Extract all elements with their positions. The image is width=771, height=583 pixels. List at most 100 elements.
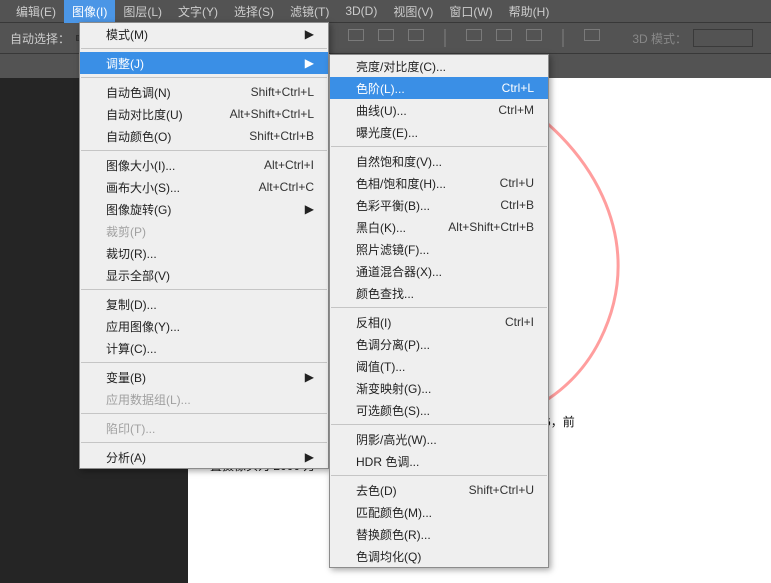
menu-item-label: 裁切(R)... (106, 245, 314, 262)
menu-2[interactable]: 图层(L) (115, 0, 170, 23)
menu-item-label: 曝光度(E)... (356, 124, 534, 141)
auto-select-label: 自动选择： (10, 30, 70, 47)
mode-3d-label: 3D 模式： (632, 30, 687, 47)
menu-item[interactable]: 颜色查找... (330, 282, 548, 304)
menu-item[interactable]: 曝光度(E)... (330, 121, 548, 143)
menu-1[interactable]: 图像(I) (64, 0, 115, 23)
menu-item[interactable]: 图像大小(I)...Alt+Ctrl+I (80, 154, 328, 176)
menu-item[interactable]: 调整(J) ▶ (80, 52, 328, 74)
submenu-arrow-icon: ▶ (305, 56, 314, 70)
adjustments-submenu[interactable]: 亮度/对比度(C)... 色阶(L)...Ctrl+L曲线(U)...Ctrl+M… (329, 54, 549, 568)
menu-item-label: 替换颜色(R)... (356, 526, 534, 543)
distribute-h-icon[interactable] (466, 29, 482, 41)
menu-separator (81, 77, 327, 78)
menu-item[interactable]: 自然饱和度(V)... (330, 150, 548, 172)
menu-item-label: 裁剪(P) (106, 223, 314, 240)
menu-item[interactable]: HDR 色调... (330, 450, 548, 472)
menu-separator (331, 307, 547, 308)
menu-item: 应用数据组(L)... (80, 388, 328, 410)
menu-item[interactable]: 去色(D)Shift+Ctrl+U (330, 479, 548, 501)
align-bottom-icon[interactable] (408, 29, 424, 41)
menu-item-shortcut: Ctrl+U (500, 176, 534, 190)
menu-separator (81, 413, 327, 414)
menu-item-label: 阈值(T)... (356, 358, 534, 375)
menu-item[interactable]: 模式(M)▶ (80, 23, 328, 45)
menu-item-shortcut: Alt+Ctrl+C (259, 180, 314, 194)
menu-item[interactable]: 黑白(K)... Alt+Shift+Ctrl+B (330, 216, 548, 238)
menu-separator (81, 289, 327, 290)
menu-item-label: 陷印(T)... (106, 420, 314, 437)
menu-item-label: 自动颜色(O) (106, 128, 209, 145)
menu-separator (81, 442, 327, 443)
distribute-icon[interactable] (526, 29, 542, 41)
menu-item[interactable]: 照片滤镜(F)... (330, 238, 548, 260)
menu-5[interactable]: 滤镜(T) (282, 0, 337, 23)
menu-item[interactable]: 自动对比度(U)Alt+Shift+Ctrl+L (80, 103, 328, 125)
menu-item[interactable]: 画布大小(S)... Alt+Ctrl+C (80, 176, 328, 198)
menu-item[interactable]: 显示全部(V) (80, 264, 328, 286)
menu-item-label: 画布大小(S)... (106, 179, 219, 196)
distribute-v-icon[interactable] (496, 29, 512, 41)
menu-6[interactable]: 3D(D) (337, 1, 385, 21)
menu-9[interactable]: 帮助(H) (501, 0, 558, 23)
menu-item[interactable]: 色调均化(Q) (330, 545, 548, 567)
menu-separator (331, 146, 547, 147)
menu-item[interactable]: 亮度/对比度(C)... (330, 55, 548, 77)
menu-item[interactable]: 替换颜色(R)... (330, 523, 548, 545)
menu-item[interactable]: 色阶(L)...Ctrl+L (330, 77, 548, 99)
menu-item-shortcut: Shift+Ctrl+B (249, 129, 314, 143)
menu-item[interactable]: 分析(A)▶ (80, 446, 328, 468)
menu-separator (331, 424, 547, 425)
align-top-icon[interactable] (348, 29, 364, 41)
menu-separator (331, 475, 547, 476)
menu-item[interactable]: 通道混合器(X)... (330, 260, 548, 282)
menu-item-label: 显示全部(V) (106, 267, 314, 284)
menu-item[interactable]: 裁切(R)... (80, 242, 328, 264)
menu-item-shortcut: Shift+Ctrl+L (251, 85, 314, 99)
menu-item-shortcut: Ctrl+I (505, 315, 534, 329)
menu-item[interactable]: 匹配颜色(M)... (330, 501, 548, 523)
menu-item[interactable]: 阈值(T)... (330, 355, 548, 377)
menu-item[interactable]: 复制(D)... (80, 293, 328, 315)
menu-item[interactable]: 色彩平衡(B)...Ctrl+B (330, 194, 548, 216)
separator (444, 29, 446, 47)
menu-item-label: 匹配颜色(M)... (356, 504, 534, 521)
menu-item[interactable]: 阴影/高光(W)... (330, 428, 548, 450)
menu-7[interactable]: 视图(V) (385, 0, 441, 23)
menu-item-label: 色阶(L)... (356, 80, 462, 97)
menu-0[interactable]: 编辑(E) (8, 0, 64, 23)
menu-item[interactable]: 反相(I)Ctrl+I (330, 311, 548, 333)
menu-item-shortcut: Shift+Ctrl+U (469, 483, 534, 497)
menu-item[interactable]: 自动色调(N)Shift+Ctrl+L (80, 81, 328, 103)
mode-3d-dropdown[interactable] (693, 29, 753, 47)
menu-item: 裁剪(P) (80, 220, 328, 242)
more-icon[interactable] (584, 29, 600, 41)
menu-4[interactable]: 选择(S) (226, 0, 282, 23)
menu-item[interactable]: 色调分离(P)... (330, 333, 548, 355)
menu-item-label: 曲线(U)... (356, 102, 458, 119)
menu-item[interactable]: 可选颜色(S)... (330, 399, 548, 421)
menu-item[interactable]: 应用图像(Y)... (80, 315, 328, 337)
menu-item-shortcut: Alt+Shift+Ctrl+B (448, 220, 534, 234)
menu-item[interactable]: 渐变映射(G)... (330, 377, 548, 399)
menu-item[interactable]: 自动颜色(O) Shift+Ctrl+B (80, 125, 328, 147)
menu-item-label: 黑白(K)... (356, 219, 408, 236)
image-menu[interactable]: 模式(M)▶调整(J)▶自动色调(N)Shift+Ctrl+L自动对比度(U)A… (79, 22, 329, 469)
menu-item[interactable]: 计算(C)... (80, 337, 328, 359)
menu-separator (81, 150, 327, 151)
align-vcenter-icon[interactable] (378, 29, 394, 41)
menu-item[interactable]: 色相/饱和度(H)...Ctrl+U (330, 172, 548, 194)
menu-item-label: 分析(A) (106, 449, 265, 466)
menu-item-label: 自动对比度(U) (106, 106, 190, 123)
menu-separator (81, 48, 327, 49)
menu-item[interactable]: 图像旋转(G)▶ (80, 198, 328, 220)
submenu-arrow-icon: ▶ (305, 202, 314, 216)
menu-item[interactable]: 曲线(U)...Ctrl+M (330, 99, 548, 121)
menu-item-label: 应用图像(Y)... (106, 318, 314, 335)
menu-8[interactable]: 窗口(W) (441, 0, 500, 23)
menu-item-label: 色调均化(Q) (356, 548, 534, 565)
menu-item-label: 调整(J) (106, 55, 265, 72)
menu-3[interactable]: 文字(Y) (170, 0, 226, 23)
menu-item[interactable]: 变量(B)▶ (80, 366, 328, 388)
menu-item-label: 亮度/对比度(C)... (356, 58, 534, 75)
